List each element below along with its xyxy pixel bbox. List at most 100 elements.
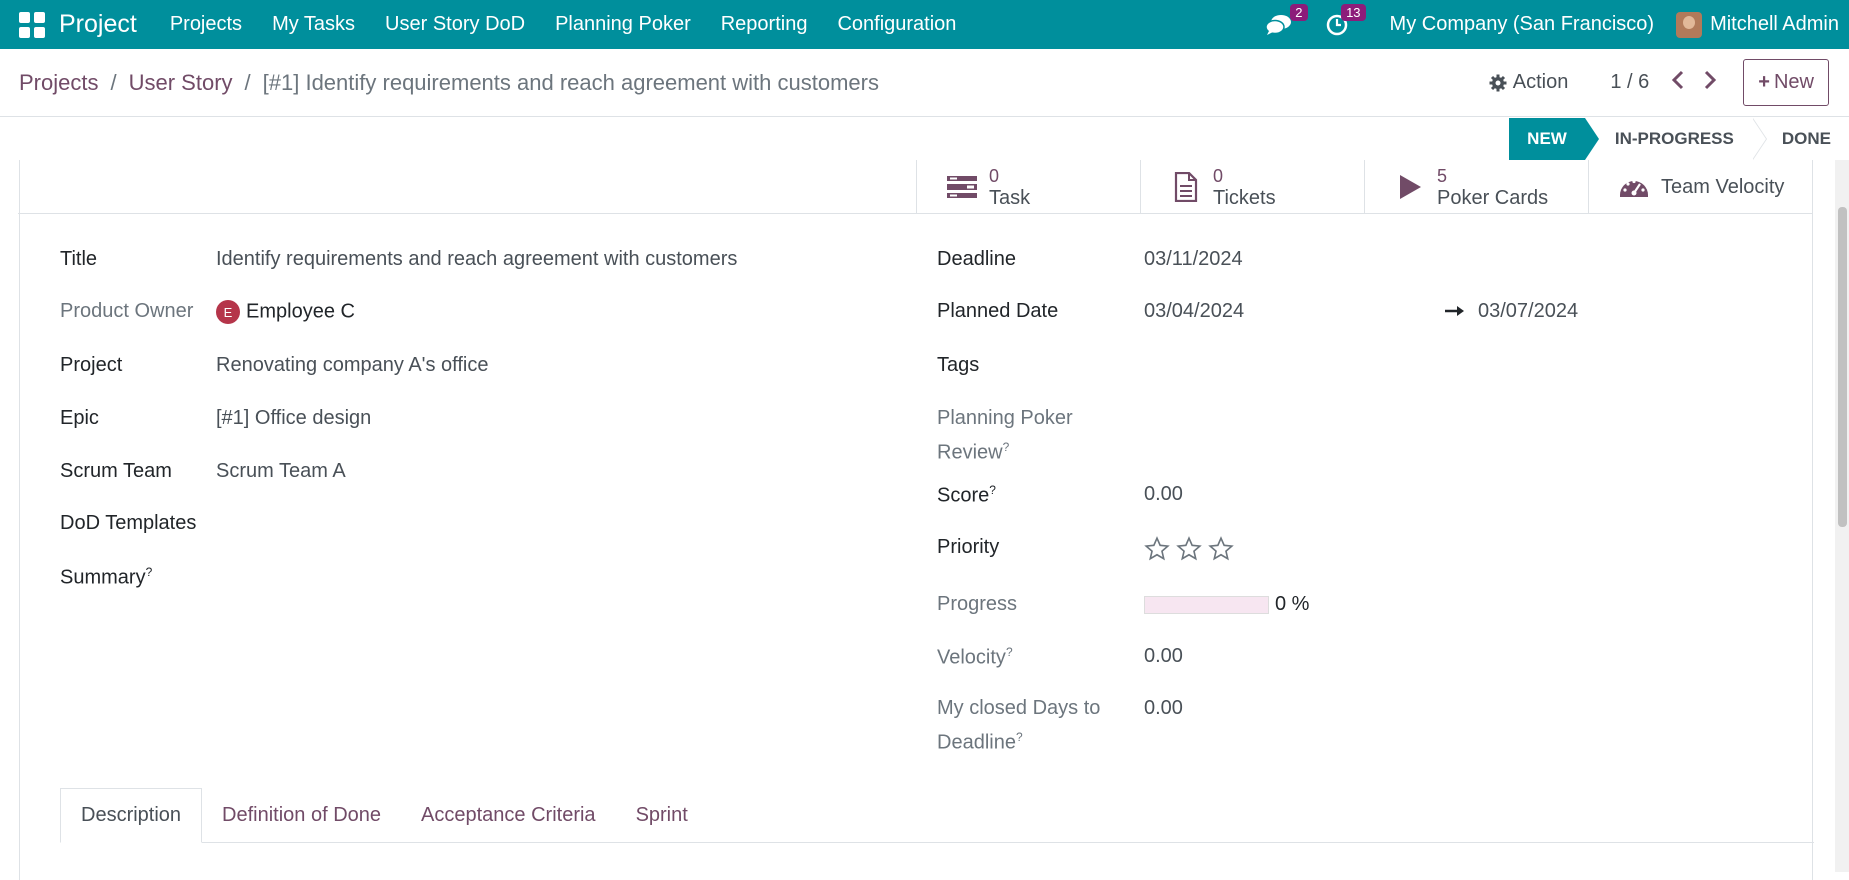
dashboard-icon: [1617, 175, 1651, 199]
gear-icon: [1489, 74, 1507, 91]
epic-field: Epic [#1] Office design: [60, 407, 371, 430]
product-owner-field: Product Owner E Employee C: [60, 300, 355, 324]
closed-days-label: My closed Days to Deadline?: [937, 697, 1101, 754]
activities-button[interactable]: 13: [1322, 3, 1366, 40]
breadcrumb-projects[interactable]: Projects: [19, 70, 98, 96]
score-field: Score? 0.00: [937, 483, 1183, 508]
breadcrumb-current: [#1] Identify requirements and reach agr…: [262, 69, 879, 95]
help-icon[interactable]: ?: [1016, 730, 1023, 744]
main-menu: Projects My Tasks User Story DoD Plannin…: [155, 13, 972, 36]
control-actions: Action 1 / 6 + New: [1489, 59, 1849, 106]
pager-previous-icon[interactable]: [1671, 70, 1685, 96]
project-field: Project Renovating company A's office: [60, 354, 489, 377]
deadline-value[interactable]: 03/11/2024: [1144, 248, 1243, 271]
tags-field: Tags: [937, 354, 1644, 378]
top-navbar: Project Projects My Tasks User Story DoD…: [0, 0, 1849, 49]
star-icon[interactable]: [1144, 536, 1170, 562]
menu-user-story-dod[interactable]: User Story DoD: [370, 13, 540, 36]
planning-poker-review-field: Planning Poker Review?: [937, 404, 1144, 468]
title-field: Title Identify requirements and reach ag…: [60, 248, 737, 271]
planned-end-value[interactable]: 03/07/2024: [1478, 300, 1578, 323]
scrum-team-label: Scrum Team: [60, 460, 172, 482]
task-count: 0: [989, 166, 1000, 186]
help-icon[interactable]: ?: [1003, 440, 1010, 454]
app-brand[interactable]: Project: [59, 10, 137, 39]
user-menu[interactable]: Mitchell Admin: [1710, 13, 1839, 36]
new-record-button[interactable]: + New: [1743, 59, 1829, 106]
breadcrumb-user-story[interactable]: User Story: [129, 70, 233, 96]
company-switcher[interactable]: My Company (San Francisco): [1390, 13, 1655, 36]
arrow-right-icon: [1444, 302, 1466, 325]
progress-field: Progress 0 %: [937, 593, 1309, 616]
progress-value: 0 %: [1275, 593, 1310, 615]
priority-field: Priority: [937, 536, 1234, 562]
apps-menu-icon[interactable]: [19, 11, 45, 38]
avatar: E: [216, 300, 240, 324]
task-label: Task: [989, 187, 1031, 209]
progress-label: Progress: [937, 593, 1018, 615]
tickets-smart-button[interactable]: 0 Tickets: [1140, 160, 1364, 214]
product-owner-value[interactable]: E Employee C: [216, 300, 355, 324]
star-icon[interactable]: [1176, 536, 1202, 562]
breadcrumb-separator: /: [110, 69, 117, 95]
menu-reporting[interactable]: Reporting: [706, 13, 823, 36]
new-label: New: [1773, 71, 1814, 93]
tab-definition-of-done[interactable]: Definition of Done: [202, 788, 401, 843]
tickets-label: Tickets: [1213, 187, 1276, 209]
epic-label: Epic: [60, 407, 99, 429]
progress-bar: [1144, 596, 1269, 614]
stage-statusbar: NEW IN-PROGRESS DONE: [1509, 118, 1849, 160]
chat-icon: [1265, 14, 1291, 35]
action-menu-button[interactable]: Action: [1489, 71, 1569, 94]
product-owner-label: Product Owner: [60, 300, 194, 322]
dod-templates-value[interactable]: [216, 512, 716, 536]
breadcrumb-separator: /: [244, 69, 251, 95]
breadcrumb: Projects / User Story / [#1] Identify re…: [19, 70, 879, 96]
menu-projects[interactable]: Projects: [155, 13, 257, 36]
smart-button-box: 0 Task 0 Tickets 5 Poker Cards Team Velo…: [18, 160, 1812, 214]
summary-label: Summary?: [60, 565, 153, 589]
form-sheet: 0 Task 0 Tickets 5 Poker Cards Team Velo…: [18, 160, 1814, 880]
scrum-team-field: Scrum Team Scrum Team A: [60, 460, 346, 483]
star-icon[interactable]: [1208, 536, 1234, 562]
scrum-team-value[interactable]: Scrum Team A: [216, 460, 346, 483]
priority-label: Priority: [937, 536, 1000, 558]
epic-value[interactable]: [#1] Office design: [216, 407, 371, 430]
team-velocity-label: Team Velocity: [1661, 176, 1785, 198]
planned-date-label: Planned Date: [937, 300, 1059, 322]
page-scrollbar[interactable]: [1835, 160, 1849, 872]
poker-cards-smart-button[interactable]: 5 Poker Cards: [1364, 160, 1588, 214]
user-avatar[interactable]: [1676, 11, 1703, 38]
team-velocity-smart-button[interactable]: Team Velocity: [1588, 160, 1812, 214]
priority-stars: [1144, 536, 1234, 562]
stage-in-progress[interactable]: IN-PROGRESS: [1585, 118, 1767, 160]
tab-acceptance-criteria[interactable]: Acceptance Criteria: [401, 788, 616, 843]
tab-description[interactable]: Description: [60, 788, 203, 843]
menu-my-tasks[interactable]: My Tasks: [257, 13, 370, 36]
help-icon[interactable]: ?: [989, 483, 996, 497]
task-smart-button[interactable]: 0 Task: [916, 160, 1140, 214]
tags-label: Tags: [937, 354, 980, 376]
action-label: Action: [1512, 71, 1569, 93]
project-value[interactable]: Renovating company A's office: [216, 354, 489, 377]
tags-value[interactable]: [1144, 354, 1644, 378]
play-icon: [1393, 174, 1427, 200]
pager-next-icon[interactable]: [1703, 70, 1717, 96]
title-value[interactable]: Identify requirements and reach agreemen…: [216, 248, 737, 271]
help-icon[interactable]: ?: [1006, 645, 1013, 659]
tab-sprint[interactable]: Sprint: [616, 788, 708, 843]
tickets-count: 0: [1213, 166, 1224, 186]
planned-start-value[interactable]: 03/04/2024: [1144, 300, 1444, 323]
menu-planning-poker[interactable]: Planning Poker: [540, 13, 706, 36]
stage-new[interactable]: NEW: [1509, 118, 1599, 160]
menu-configuration[interactable]: Configuration: [822, 13, 971, 36]
help-icon[interactable]: ?: [146, 565, 153, 579]
messages-button[interactable]: 2: [1264, 3, 1308, 40]
pager-value[interactable]: 1 / 6: [1610, 71, 1649, 94]
velocity-field: Velocity? 0.00: [937, 645, 1183, 670]
closed-days-value: 0.00: [1144, 697, 1183, 719]
scrollbar-thumb[interactable]: [1838, 207, 1847, 527]
summary-value[interactable]: [216, 565, 716, 589]
messages-count-badge: 2: [1290, 3, 1308, 21]
score-value: 0.00: [1144, 483, 1183, 505]
